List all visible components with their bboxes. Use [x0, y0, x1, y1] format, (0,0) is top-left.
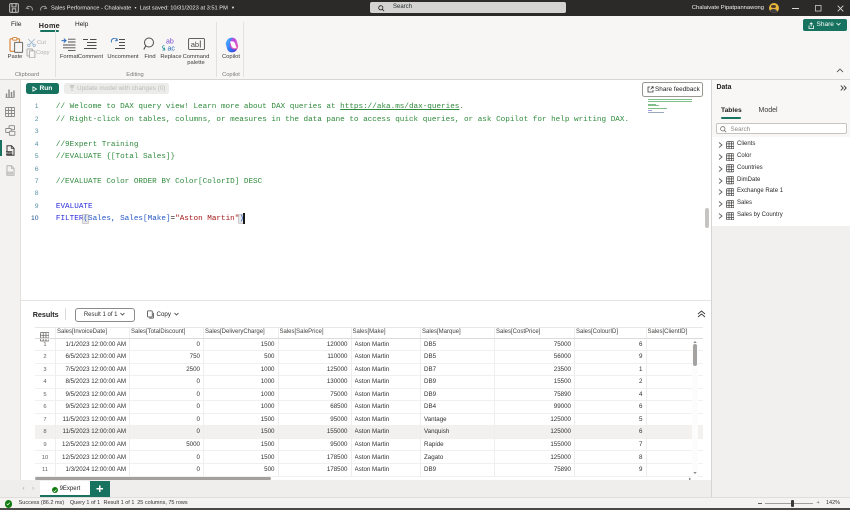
- svg-text:ab: ab: [191, 40, 199, 49]
- svg-text:DAX: DAX: [6, 151, 12, 155]
- svg-text:ab: ab: [166, 39, 174, 46]
- svg-text:ac: ac: [168, 46, 176, 53]
